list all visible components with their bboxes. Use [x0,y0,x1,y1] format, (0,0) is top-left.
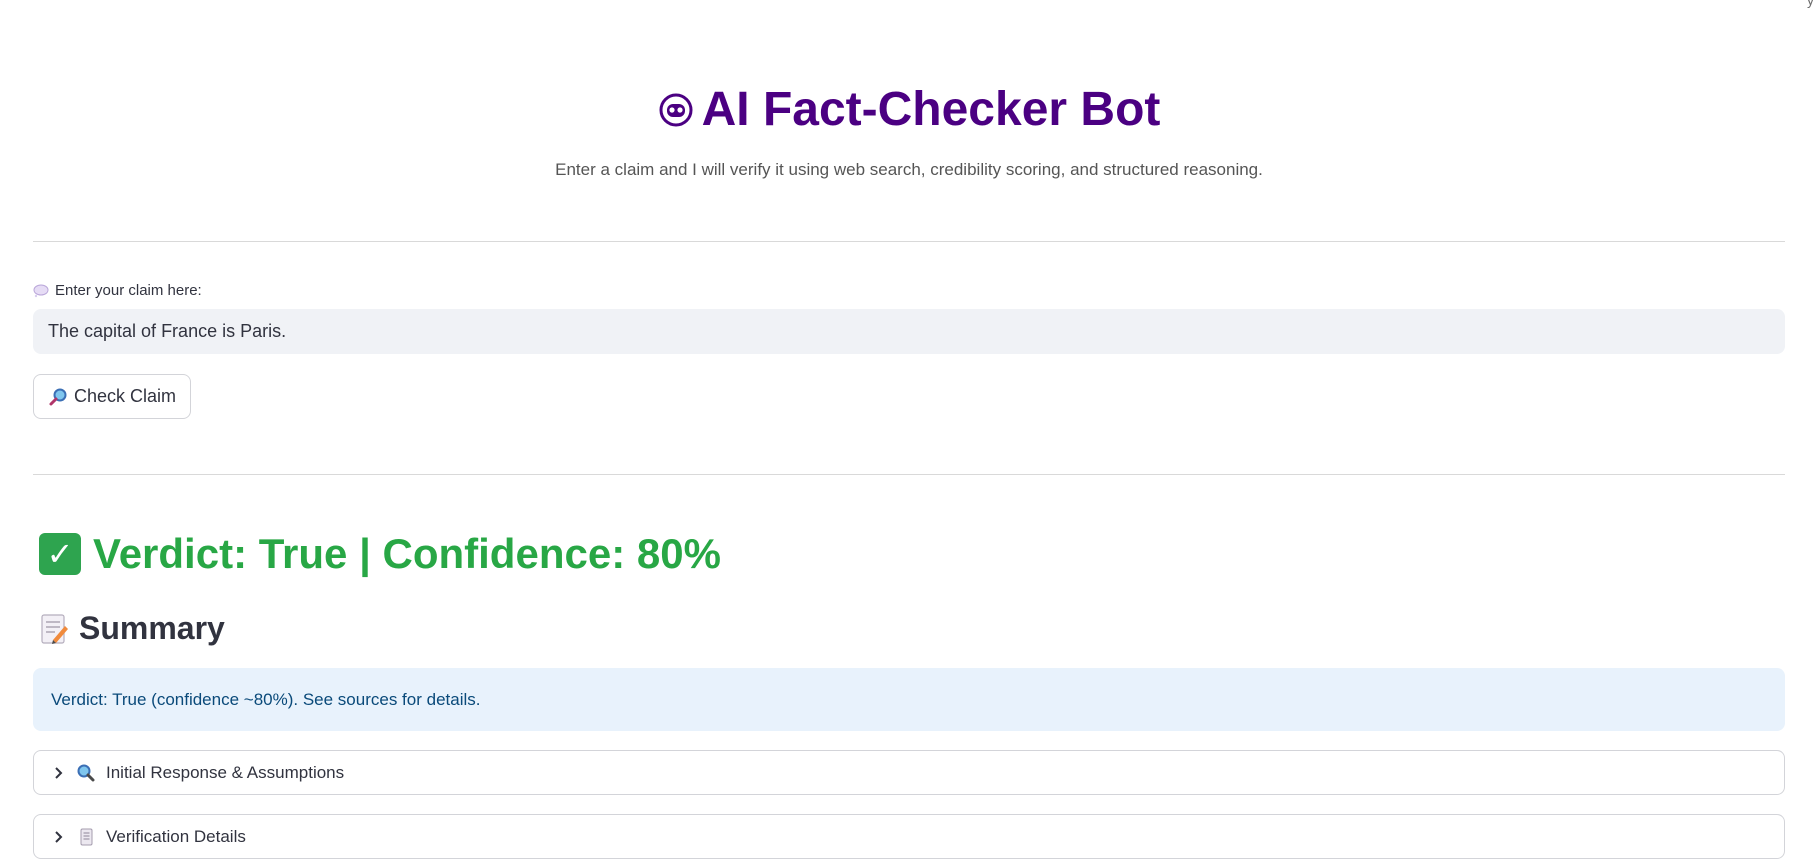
speech-bubble-icon [33,284,49,297]
summary-heading-text: Summary [79,610,225,646]
check-claim-button[interactable]: Check Claim [33,374,192,419]
expander-verification-details[interactable]: Verification Details [33,814,1785,859]
summary-heading: Summary [39,610,225,647]
summary-info-box: Verdict: True (confidence ~80%). See sou… [33,668,1785,731]
magnifier-icon [49,388,67,405]
summary-text: Verdict: True (confidence ~80%). See sou… [51,689,481,709]
claim-input[interactable] [33,309,1785,354]
expander-label: Initial Response & Assumptions [106,762,345,782]
verdict-heading: ✓ Verdict: True | Confidence: 80% [39,530,721,578]
header: AI Fact-Checker Bot Enter a claim and I … [33,0,1785,180]
divider [33,474,1785,475]
verdict-text: Verdict: True | Confidence: 80% [93,530,721,577]
expander-label: Verification Details [106,826,246,846]
robot-icon [659,93,693,127]
divider [33,241,1785,242]
page-subtitle: Enter a claim and I will verify it using… [555,160,1263,179]
claim-label-text: Enter your claim here: [55,282,202,299]
page-title-text: AI Fact-Checker Bot [701,83,1161,136]
check-mark-icon: ✓ [39,533,81,575]
chevron-right-icon [55,830,63,843]
page-title: AI Fact-Checker Bot [658,82,1161,138]
expander-initial-response[interactable]: Initial Response & Assumptions [33,750,1785,795]
page: 'y AI Fact-Checker Bot Enter a claim and… [0,0,1820,867]
magnifier-icon [77,764,95,781]
check-claim-label: Check Claim [74,386,177,406]
corner-text: 'y [1804,0,1814,8]
main-content: AI Fact-Checker Bot Enter a claim and I … [33,0,1785,859]
scroll-icon [80,828,93,845]
memo-icon [41,613,68,644]
claim-label: Enter your claim here: [33,282,1785,299]
claim-field-group: Enter your claim here: [33,282,1785,354]
chevron-right-icon [55,766,63,779]
